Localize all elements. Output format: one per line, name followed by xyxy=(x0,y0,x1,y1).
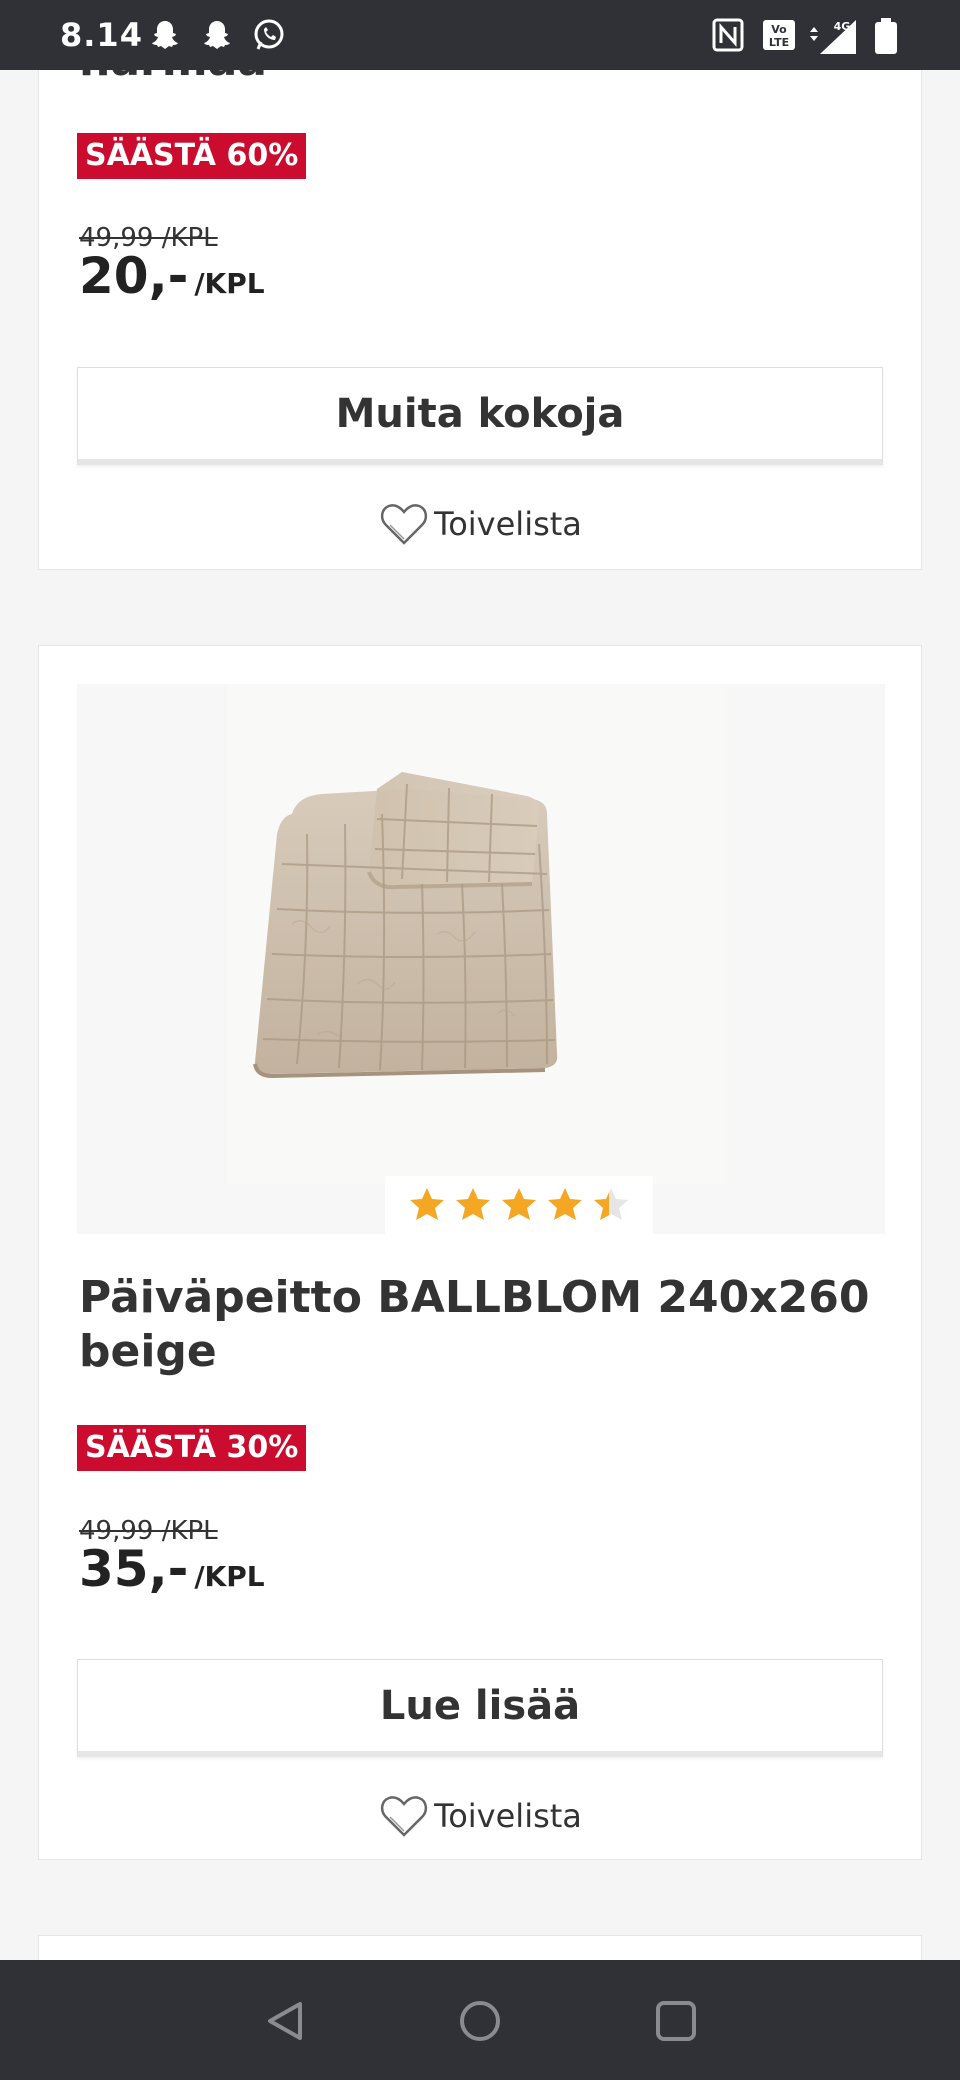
battery-icon xyxy=(875,18,897,54)
current-price: 35,-/KPL xyxy=(79,1540,265,1598)
snapchat-icon xyxy=(152,21,178,49)
whatsapp-icon xyxy=(254,19,284,50)
heart-icon xyxy=(381,1796,428,1837)
svg-text:Vo: Vo xyxy=(771,23,787,36)
price-value: 35,- xyxy=(79,1540,189,1598)
other-sizes-button[interactable]: Muita kokoja xyxy=(77,367,883,465)
wishlist-button[interactable]: Toivelista xyxy=(39,1793,923,1839)
product-card: harmaa SÄÄSTÄ 60% 49,99 /KPL 20,-/KPL Mu… xyxy=(38,40,922,570)
page: 8.14 Vo LTE 4G SÄÄSTÄ 60% 49,99 /KPL 20,… xyxy=(0,0,960,2080)
star-full-icon xyxy=(410,1188,444,1220)
product-image[interactable] xyxy=(77,684,885,1234)
snapchat-icon xyxy=(204,21,230,49)
product-card: Päiväpeitto BALLBLOM 240x260 beige SÄÄST… xyxy=(38,645,922,1860)
4g-signal-icon: 4G xyxy=(810,20,856,54)
network-label: 4G xyxy=(834,20,851,33)
product-title[interactable]: Päiväpeitto BALLBLOM 240x260 beige xyxy=(79,1271,879,1379)
volte-icon: Vo LTE xyxy=(763,20,795,50)
star-full-icon xyxy=(502,1188,536,1220)
star-half-icon xyxy=(594,1188,628,1220)
status-bar: 8.14 Vo LTE 4G xyxy=(0,0,960,70)
current-price: 20,-/KPL xyxy=(79,247,265,305)
recents-icon[interactable] xyxy=(653,1998,699,2044)
read-more-button[interactable]: Lue lisää xyxy=(77,1659,883,1757)
wishlist-label: Toivelista xyxy=(434,505,582,543)
star-full-icon xyxy=(456,1188,490,1220)
discount-badge: SÄÄSTÄ 60% xyxy=(77,133,307,179)
star-full-icon xyxy=(548,1188,582,1220)
back-icon[interactable] xyxy=(262,1998,308,2044)
svg-text:LTE: LTE xyxy=(769,36,789,49)
bedspread-image xyxy=(253,772,558,1079)
price-value: 20,- xyxy=(79,247,189,305)
heart-icon xyxy=(381,504,428,545)
price-unit: /KPL xyxy=(194,267,265,300)
rating-stars xyxy=(385,1176,653,1234)
nfc-icon xyxy=(712,18,744,52)
status-time: 8.14 xyxy=(60,16,143,54)
home-icon[interactable] xyxy=(457,1998,503,2044)
wishlist-button[interactable]: Toivelista xyxy=(39,501,923,547)
discount-badge: SÄÄSTÄ 30% xyxy=(77,1425,307,1471)
price-unit: /KPL xyxy=(194,1560,265,1593)
wishlist-label: Toivelista xyxy=(434,1797,582,1835)
navigation-bar xyxy=(0,1960,960,2080)
